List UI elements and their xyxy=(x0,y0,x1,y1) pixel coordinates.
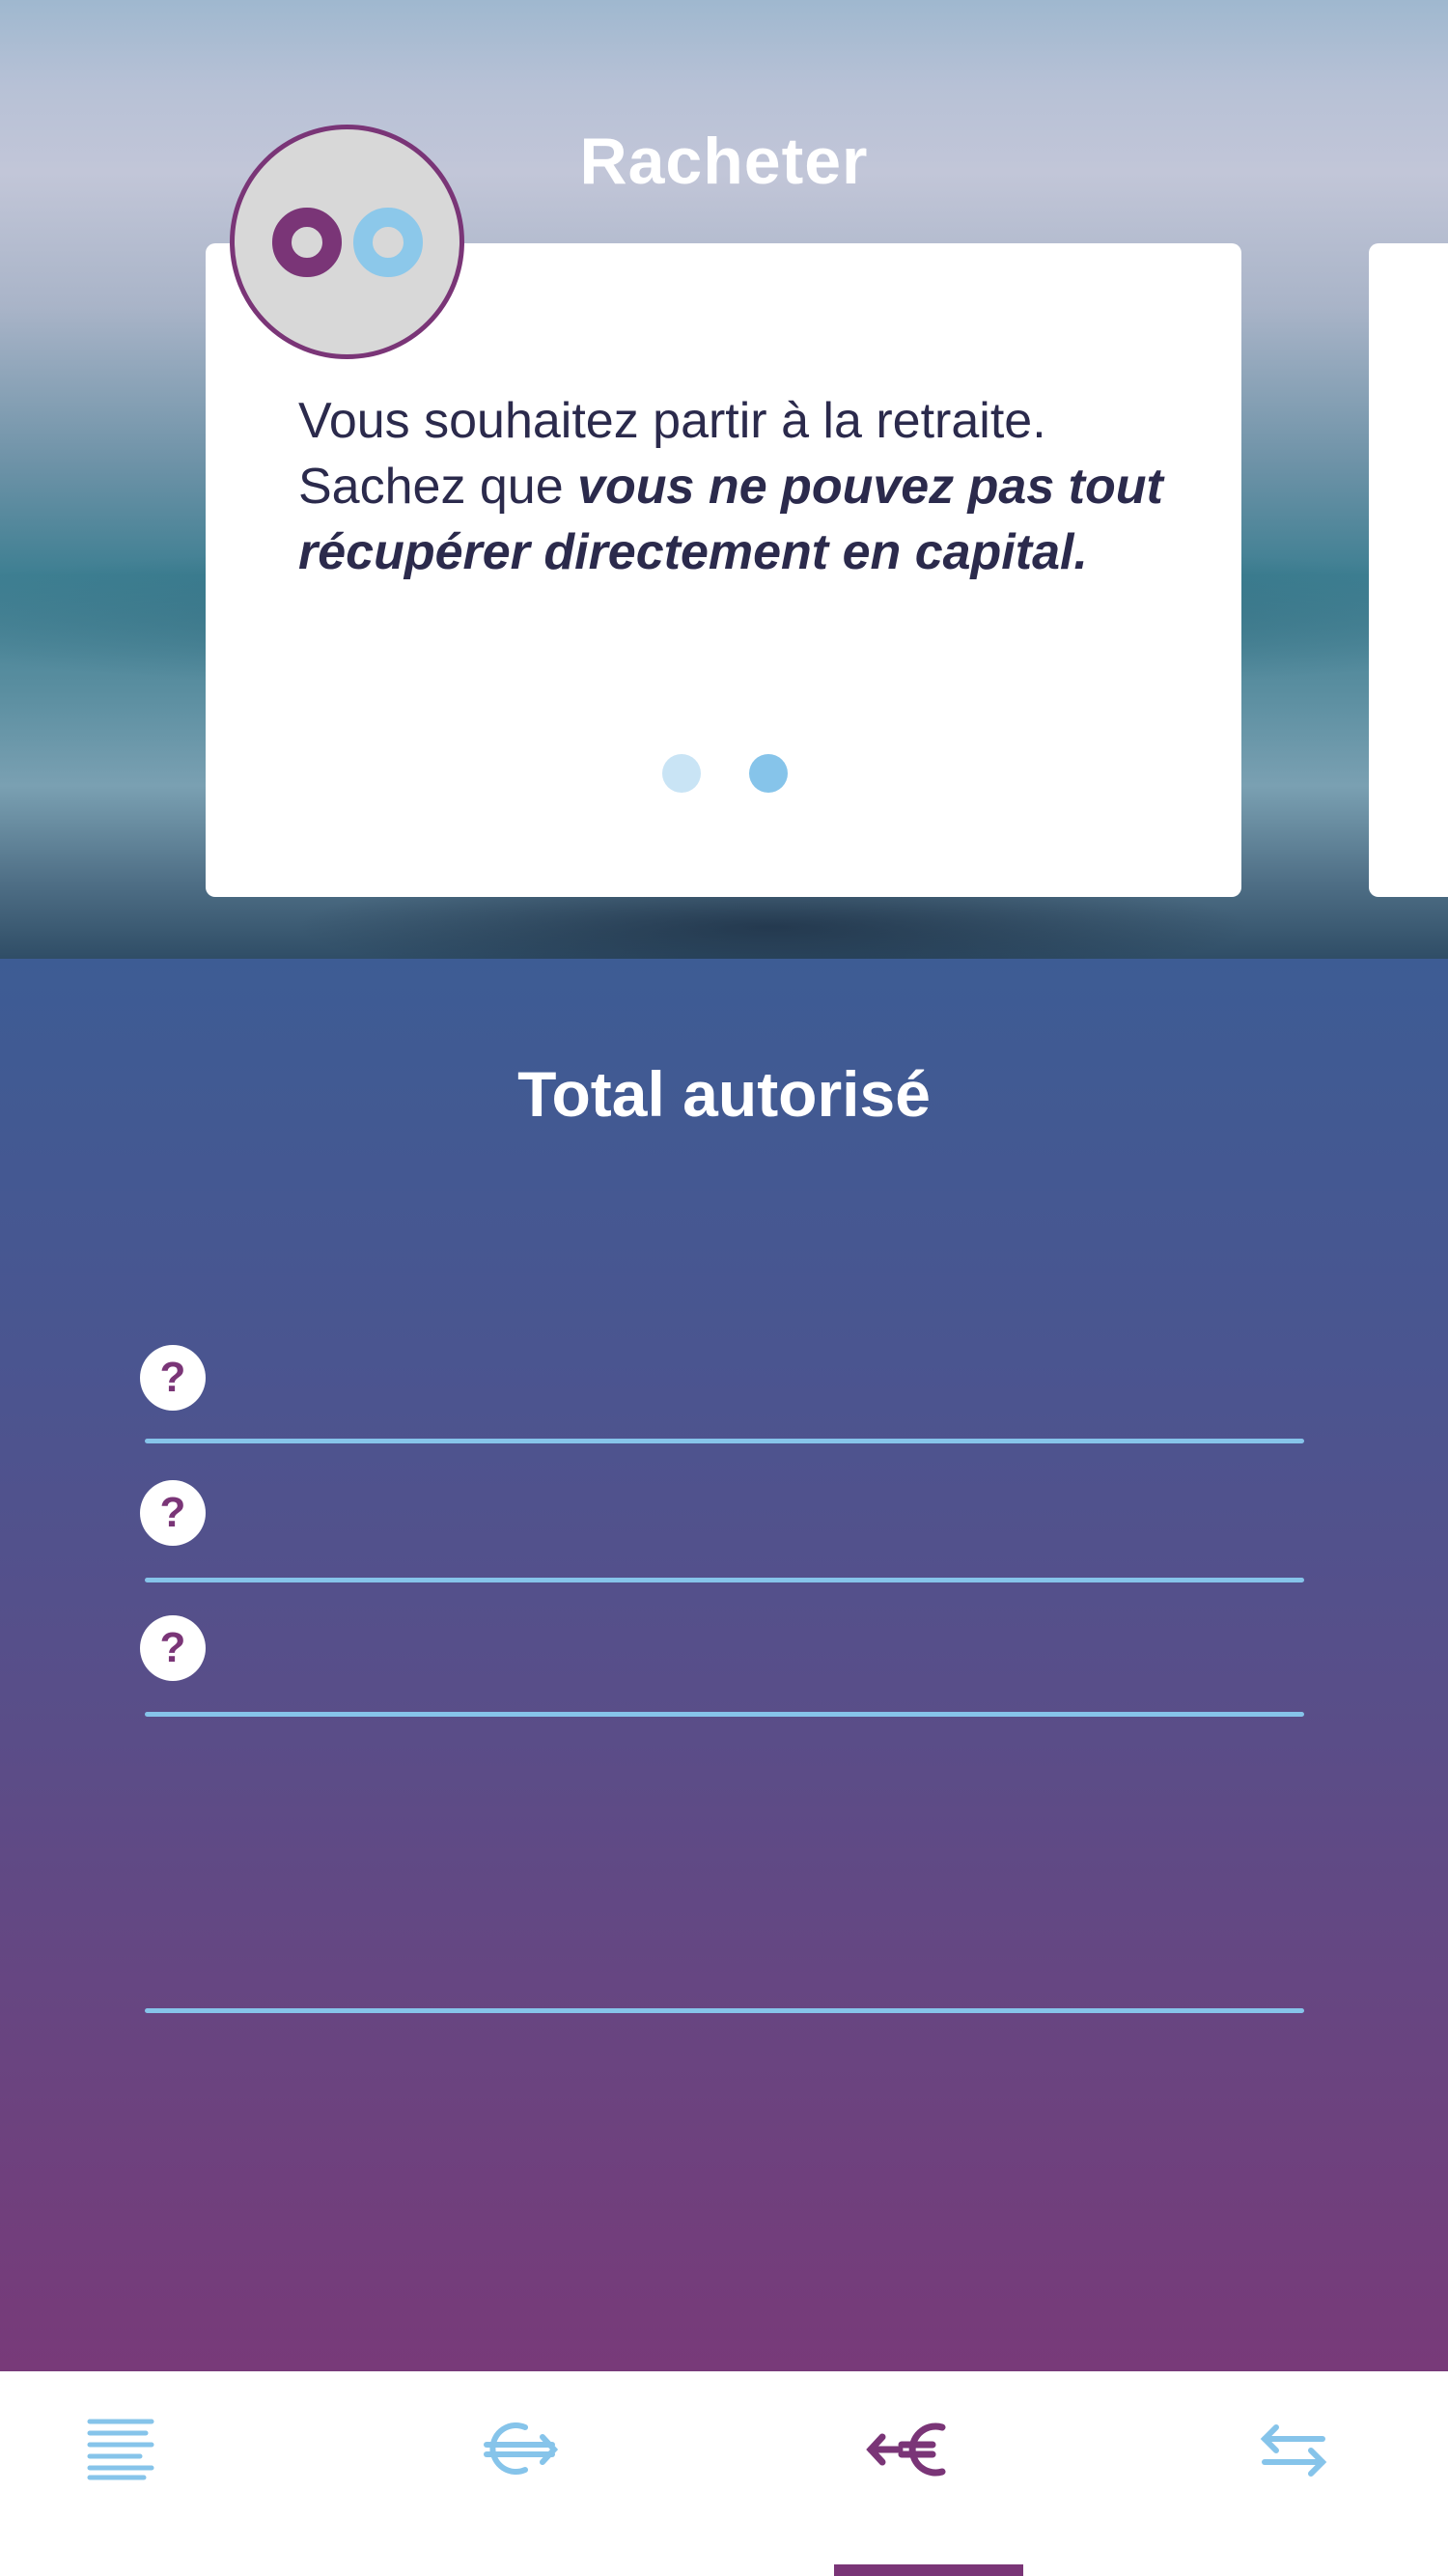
logo-o-purple xyxy=(271,207,342,277)
help-button[interactable]: ? xyxy=(140,1615,206,1681)
list-lines-icon xyxy=(87,2419,154,2480)
page-title: Racheter xyxy=(579,125,869,198)
total-row-2: ? xyxy=(140,1480,1304,1586)
pager-dot-1[interactable] xyxy=(662,754,701,793)
row-divider xyxy=(145,1712,1304,1717)
total-divider xyxy=(145,2008,1304,2013)
help-button[interactable]: ? xyxy=(140,1480,206,1546)
row-divider xyxy=(145,1578,1304,1582)
active-tab-indicator xyxy=(834,2564,1023,2576)
panel-title: Total autorisé xyxy=(517,1058,931,1130)
nav-item-transfer[interactable] xyxy=(1197,2371,1390,2576)
row-divider xyxy=(145,1439,1304,1443)
euro-exchange-icon xyxy=(484,2422,559,2475)
nav-item-exchange[interactable] xyxy=(425,2371,618,2576)
nav-item-withdraw[interactable] xyxy=(811,2371,1004,2576)
logo-o-blue xyxy=(352,207,423,277)
pager-dot-2[interactable] xyxy=(749,754,788,793)
nav-item-summary[interactable] xyxy=(24,2371,217,2576)
carousel-pager xyxy=(0,754,1448,793)
help-button[interactable]: ? xyxy=(140,1345,206,1411)
next-card-peek[interactable] xyxy=(1369,243,1448,897)
total-row-1: ? xyxy=(140,1345,1304,1446)
card-message: Vous souhaitez partir à la retraite. Sac… xyxy=(298,388,1215,585)
transfer-arrows-icon xyxy=(1260,2424,1327,2477)
bottom-nav xyxy=(0,2371,1448,2576)
brand-logo xyxy=(230,125,464,359)
euro-withdraw-icon xyxy=(866,2422,946,2477)
total-row-3: ? xyxy=(140,1615,1304,1722)
